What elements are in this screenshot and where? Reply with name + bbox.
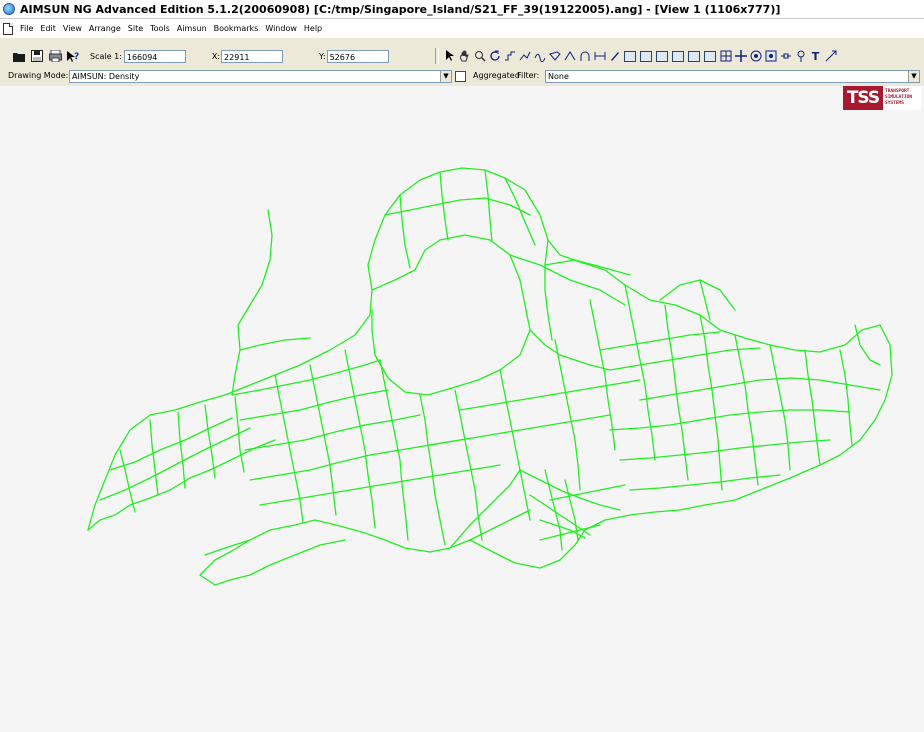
x-coordinate-label: X: [211, 51, 221, 61]
menu-view[interactable]: View [60, 24, 86, 33]
main-toolbar: ? Scale 1: 166094 X: 22911 Y: 52676 T [0, 45, 924, 67]
junction-tool-icon[interactable] [656, 50, 668, 62]
marker-pin-icon[interactable] [794, 50, 807, 63]
window-title: AIMSUN NG Advanced Edition 5.1.2(2006090… [20, 2, 781, 16]
menu-arrange[interactable]: Arrange [86, 24, 125, 33]
chevron-down-icon[interactable]: ▼ [440, 71, 451, 82]
zoom-icon[interactable] [473, 50, 486, 63]
node-tool-icon[interactable] [624, 50, 636, 62]
open-folder-icon[interactable] [12, 49, 26, 63]
drawing-tools: T [432, 48, 838, 64]
filter-select[interactable]: None ▼ [545, 70, 920, 83]
title-bar: AIMSUN NG Advanced Edition 5.1.2(2006090… [0, 0, 924, 19]
menu-bookmarks[interactable]: Bookmarks [211, 24, 263, 33]
drawing-mode-select[interactable]: AIMSUN: Density ▼ [69, 70, 452, 83]
signal-tool-icon[interactable] [688, 50, 700, 62]
aggregated-label: Aggregated [473, 71, 520, 80]
chevron-down-icon[interactable]: ▼ [908, 71, 919, 82]
dimension-icon[interactable] [593, 50, 606, 63]
move-tool-icon[interactable] [734, 50, 747, 63]
polygon-icon[interactable] [548, 50, 561, 63]
road-network [87, 167, 893, 586]
image-tool-icon[interactable] [764, 50, 777, 63]
link-tool-icon[interactable] [779, 50, 792, 63]
help-pointer-icon[interactable]: ? [66, 49, 80, 63]
menu-bar: File Edit View Arrange Site Tools Aimsun… [0, 19, 924, 38]
filter-value: None [548, 72, 569, 81]
aggregated-checkbox[interactable] [455, 71, 466, 82]
app-icon[interactable] [3, 3, 15, 15]
print-icon[interactable] [48, 49, 62, 63]
svg-text:?: ? [74, 52, 79, 62]
menu-window[interactable]: Window [262, 24, 301, 33]
menu-aimsun[interactable]: Aimsun [174, 24, 211, 33]
menu-file[interactable]: File [17, 24, 37, 33]
arc-icon[interactable] [563, 50, 576, 63]
curve-icon[interactable] [533, 50, 546, 63]
x-coordinate-input[interactable]: 22911 [221, 49, 284, 63]
connector-tool-icon[interactable] [824, 50, 837, 63]
text-tool-icon[interactable]: T [809, 50, 822, 63]
polyline-icon[interactable] [518, 50, 531, 63]
arrow-select-icon[interactable] [443, 50, 456, 63]
drawing-mode-value: AIMSUN: Density [72, 72, 140, 81]
centroid-tool-icon[interactable] [640, 50, 652, 62]
menu-tools[interactable]: Tools [147, 24, 174, 33]
grid-tool-icon[interactable] [719, 50, 732, 63]
menu-edit[interactable]: Edit [37, 24, 60, 33]
round-arc-icon[interactable] [578, 50, 591, 63]
menu-site[interactable]: Site [125, 24, 147, 33]
road-network-map [87, 167, 893, 586]
rotate-icon[interactable] [488, 50, 501, 63]
drawing-mode-bar: Drawing Mode: AIMSUN: Density ▼ Aggregat… [0, 69, 924, 85]
detector-tool-icon[interactable] [672, 50, 684, 62]
target-icon[interactable] [749, 50, 762, 63]
drawing-mode-label: Drawing Mode: [8, 71, 69, 80]
section-tool-icon[interactable] [503, 50, 516, 63]
menu-help[interactable]: Help [301, 24, 326, 33]
metering-tool-icon[interactable] [704, 50, 716, 62]
pen-icon[interactable] [608, 50, 621, 63]
scale-input[interactable]: 166094 [123, 49, 186, 63]
pan-hand-icon[interactable] [458, 50, 471, 63]
y-coordinate-input[interactable]: 52676 [326, 49, 389, 63]
filter-label: Filter: [517, 71, 540, 80]
document-icon[interactable] [3, 22, 13, 35]
toolbar-separator [435, 48, 439, 64]
y-coordinate-label: Y: [319, 51, 326, 61]
scale-label: Scale 1: [90, 51, 122, 61]
save-icon[interactable] [30, 49, 44, 63]
